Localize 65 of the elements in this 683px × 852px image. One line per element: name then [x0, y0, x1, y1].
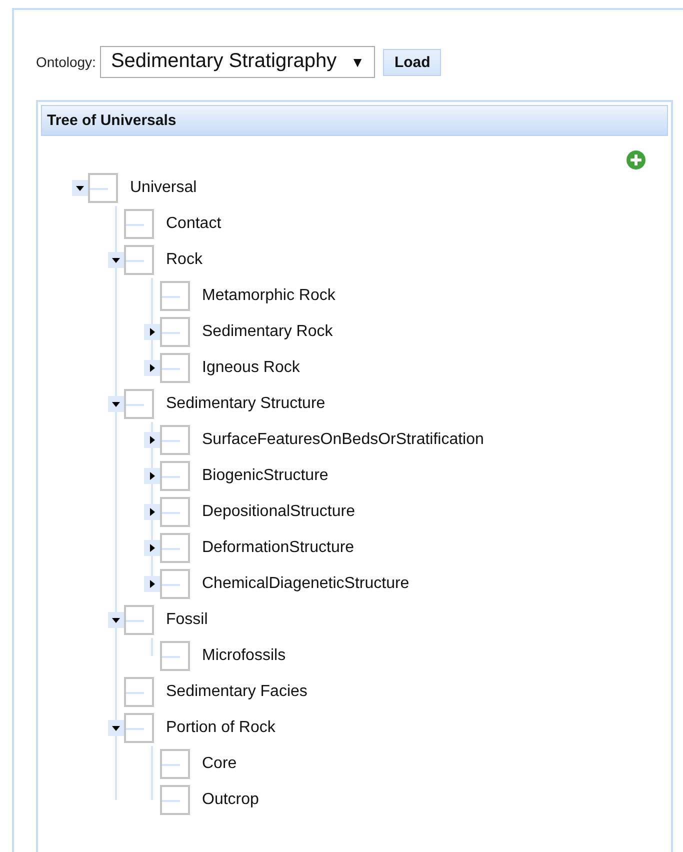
tree-node-label[interactable]: Portion of Rock: [166, 719, 276, 737]
caret-down-icon: [112, 616, 120, 624]
node-box: [160, 641, 190, 671]
ontology-select[interactable]: Sedimentary Stratigraphy ▼: [100, 46, 376, 78]
tree-node-label[interactable]: BiogenicStructure: [202, 467, 328, 485]
tree-node-label[interactable]: DeformationStructure: [202, 539, 354, 557]
panel-title: Tree of Universals: [41, 105, 668, 136]
tree-node-label[interactable]: Sedimentary Facies: [166, 683, 308, 701]
expand-toggle[interactable]: [144, 504, 160, 520]
caret-right-icon: [148, 580, 156, 588]
tree-node-label[interactable]: Core: [202, 755, 237, 773]
expand-toggle[interactable]: [144, 468, 160, 484]
expand-toggle[interactable]: [144, 324, 160, 340]
node-box: [160, 317, 190, 347]
load-button[interactable]: Load: [383, 48, 442, 76]
caret-right-icon: [148, 544, 156, 552]
caret-right-icon: [148, 472, 156, 480]
expand-toggle[interactable]: [108, 720, 124, 736]
expand-toggle[interactable]: [108, 396, 124, 412]
node-box: [160, 569, 190, 599]
caret-right-icon: [148, 364, 156, 372]
tree-node-label[interactable]: Microfossils: [202, 647, 286, 665]
expand-toggle[interactable]: [144, 432, 160, 448]
tree-node-label[interactable]: Metamorphic Rock: [202, 287, 336, 305]
tree-node-label[interactable]: Universal: [130, 179, 197, 197]
node-box: [124, 605, 154, 635]
expand-toggle[interactable]: [144, 360, 160, 376]
caret-down-icon: [76, 184, 84, 192]
node-box: [124, 677, 154, 707]
tree-node-label[interactable]: Igneous Rock: [202, 359, 300, 377]
tree-node-label[interactable]: ChemicalDiageneticStructure: [202, 575, 410, 593]
tree-node-label[interactable]: Sedimentary Structure: [166, 395, 326, 413]
node-box: [160, 749, 190, 779]
caret-down-icon: [112, 724, 120, 732]
caret-right-icon: [148, 436, 156, 444]
tree-node-label[interactable]: SurfaceFeaturesOnBedsOrStratification: [202, 431, 484, 449]
node-box: [160, 497, 190, 527]
node-box: [124, 713, 154, 743]
tree-node-label[interactable]: DepositionalStructure: [202, 503, 355, 521]
node-box: [160, 425, 190, 455]
ontology-label: Ontology:: [36, 54, 96, 70]
expand-toggle[interactable]: [108, 612, 124, 628]
node-box: [124, 389, 154, 419]
node-box: [160, 533, 190, 563]
caret-down-icon: [112, 256, 120, 264]
caret-right-icon: [148, 328, 156, 336]
expand-toggle[interactable]: [108, 252, 124, 268]
node-box: [160, 353, 190, 383]
expand-toggle[interactable]: [144, 576, 160, 592]
tree-node-label[interactable]: Outcrop: [202, 791, 259, 809]
node-box: [124, 245, 154, 275]
tree-node-label[interactable]: Sedimentary Rock: [202, 323, 333, 341]
caret-right-icon: [148, 508, 156, 516]
tree-node-label[interactable]: Fossil: [166, 611, 208, 629]
node-box: [124, 209, 154, 239]
add-icon[interactable]: [626, 150, 646, 170]
expand-toggle[interactable]: [72, 180, 88, 196]
node-box: [88, 173, 118, 203]
node-box: [160, 461, 190, 491]
node-box: [160, 281, 190, 311]
tree-node-label[interactable]: Rock: [166, 251, 202, 269]
caret-down-icon: [112, 400, 120, 408]
tree-node-label[interactable]: Contact: [166, 215, 222, 233]
expand-toggle[interactable]: [144, 540, 160, 556]
node-box: [160, 785, 190, 815]
